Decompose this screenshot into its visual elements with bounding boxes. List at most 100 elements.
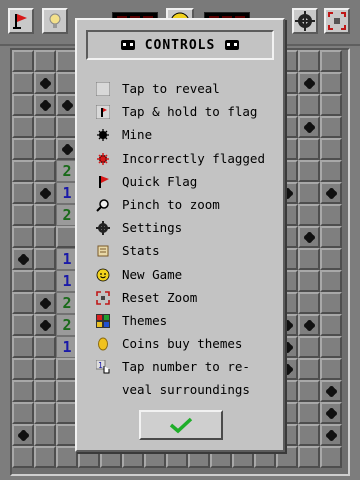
- board-cell[interactable]: [12, 182, 34, 204]
- board-cell[interactable]: [12, 314, 34, 336]
- board-cell[interactable]: [12, 402, 34, 424]
- board-cell[interactable]: [12, 226, 34, 248]
- board-cell[interactable]: [34, 94, 56, 116]
- reset-zoom-icon: [95, 290, 111, 306]
- board-cell[interactable]: [298, 336, 320, 358]
- board-cell[interactable]: [12, 336, 34, 358]
- flag-mode-button[interactable]: [8, 8, 34, 34]
- covered-tile-icon: [95, 81, 111, 97]
- board-cell[interactable]: [12, 424, 34, 446]
- board-cell[interactable]: [298, 270, 320, 292]
- board-cell[interactable]: [34, 270, 56, 292]
- hint-button[interactable]: [42, 8, 68, 34]
- board-cell[interactable]: [298, 94, 320, 116]
- board-cell[interactable]: [298, 424, 320, 446]
- board-cell[interactable]: [298, 358, 320, 380]
- list-item-label: Settings: [122, 220, 183, 235]
- board-cell[interactable]: [12, 292, 34, 314]
- board-cell[interactable]: [34, 50, 56, 72]
- board-cell[interactable]: [298, 446, 320, 468]
- board-cell[interactable]: [12, 380, 34, 402]
- board-cell[interactable]: [298, 50, 320, 72]
- board-cell[interactable]: [34, 424, 56, 446]
- cell-number: 2: [62, 316, 72, 334]
- board-cell[interactable]: [12, 116, 34, 138]
- board-cell[interactable]: [298, 380, 320, 402]
- list-item-label: Stats: [122, 243, 160, 258]
- board-cell[interactable]: [12, 204, 34, 226]
- gamepad-icon: [120, 40, 135, 50]
- gamepad-icon: [225, 40, 240, 50]
- board-cell[interactable]: [12, 50, 34, 72]
- board-cell[interactable]: [298, 314, 320, 336]
- list-item: Coins buy themes: [95, 333, 280, 355]
- board-cell[interactable]: [298, 72, 320, 94]
- board-cell[interactable]: [320, 292, 342, 314]
- list-item: Tap to reveal: [95, 78, 280, 100]
- board-cell[interactable]: [320, 358, 342, 380]
- board-cell[interactable]: [298, 116, 320, 138]
- board-cell[interactable]: [34, 226, 56, 248]
- board-cell[interactable]: [320, 204, 342, 226]
- board-cell[interactable]: [34, 116, 56, 138]
- board-cell[interactable]: [320, 94, 342, 116]
- board-cell[interactable]: [12, 72, 34, 94]
- board-cell[interactable]: [34, 138, 56, 160]
- board-cell[interactable]: [34, 314, 56, 336]
- mine-icon: [305, 79, 314, 88]
- board-cell[interactable]: [34, 402, 56, 424]
- board-cell[interactable]: [320, 446, 342, 468]
- board-cell[interactable]: [34, 204, 56, 226]
- board-cell[interactable]: [320, 380, 342, 402]
- board-cell[interactable]: [320, 116, 342, 138]
- board-cell[interactable]: [320, 314, 342, 336]
- board-cell[interactable]: [34, 358, 56, 380]
- board-cell[interactable]: [298, 402, 320, 424]
- board-cell[interactable]: [320, 336, 342, 358]
- board-cell[interactable]: [298, 248, 320, 270]
- board-cell[interactable]: [298, 138, 320, 160]
- board-cell[interactable]: [34, 248, 56, 270]
- board-cell[interactable]: [298, 204, 320, 226]
- board-cell[interactable]: [298, 292, 320, 314]
- mine-icon: [19, 431, 28, 440]
- board-cell[interactable]: [320, 160, 342, 182]
- board-cell[interactable]: [12, 160, 34, 182]
- coin-icon: [95, 336, 111, 352]
- quick-flag-icon: [95, 174, 111, 190]
- board-cell[interactable]: [12, 248, 34, 270]
- board-cell[interactable]: [34, 336, 56, 358]
- board-cell[interactable]: [320, 182, 342, 204]
- board-cell[interactable]: [34, 182, 56, 204]
- reset-zoom-button[interactable]: [324, 8, 350, 34]
- board-cell[interactable]: [320, 138, 342, 160]
- board-cell[interactable]: [34, 160, 56, 182]
- board-cell[interactable]: [298, 160, 320, 182]
- board-cell[interactable]: [34, 380, 56, 402]
- board-cell[interactable]: [320, 248, 342, 270]
- settings-button[interactable]: [292, 8, 318, 34]
- mine-icon: [41, 101, 50, 110]
- board-cell[interactable]: [320, 226, 342, 248]
- board-cell[interactable]: [12, 446, 34, 468]
- board-cell[interactable]: [34, 292, 56, 314]
- board-cell[interactable]: [320, 72, 342, 94]
- board-cell[interactable]: [320, 424, 342, 446]
- board-cell[interactable]: [320, 50, 342, 72]
- board-cell[interactable]: [298, 182, 320, 204]
- board-cell[interactable]: [298, 226, 320, 248]
- mine-icon: [305, 321, 314, 330]
- board-cell[interactable]: [320, 270, 342, 292]
- list-item-label: New Game: [122, 267, 183, 282]
- dialog-title: CONTROLS: [144, 37, 216, 53]
- ok-button[interactable]: [139, 410, 223, 440]
- board-cell[interactable]: [12, 138, 34, 160]
- board-cell[interactable]: [34, 72, 56, 94]
- board-cell[interactable]: [12, 94, 34, 116]
- list-item: Settings: [95, 217, 280, 239]
- board-cell[interactable]: [34, 446, 56, 468]
- list-item-label: Quick Flag: [122, 174, 198, 189]
- board-cell[interactable]: [12, 270, 34, 292]
- board-cell[interactable]: [320, 402, 342, 424]
- board-cell[interactable]: [12, 358, 34, 380]
